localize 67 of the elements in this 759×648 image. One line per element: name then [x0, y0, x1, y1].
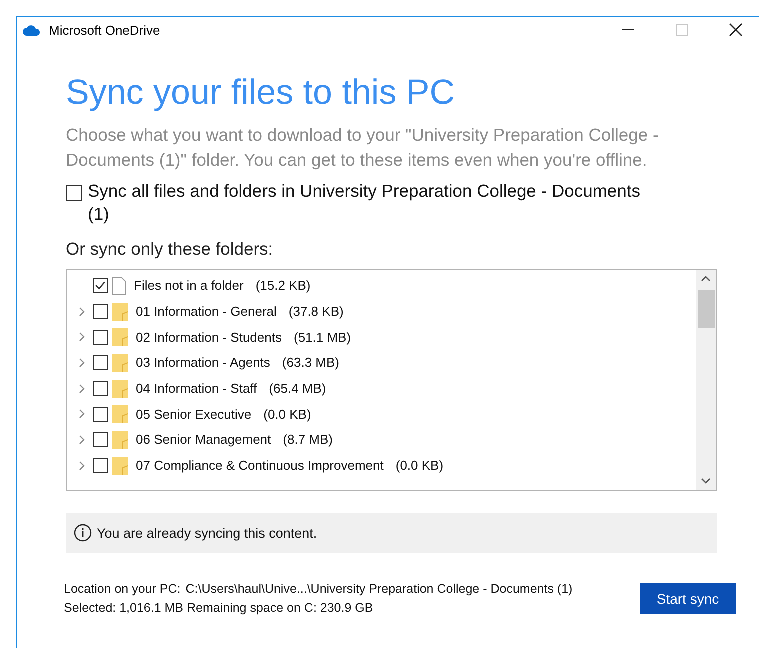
tree-row[interactable]: 03 Information - Agents (63.3 MB) [75, 350, 696, 376]
folder-icon [112, 456, 128, 475]
folder-icon [112, 430, 128, 449]
minimize-icon [622, 29, 634, 31]
scroll-thumb[interactable] [698, 290, 714, 328]
folder-icon [112, 328, 128, 346]
folder-checkbox[interactable] [93, 304, 108, 320]
folders-label: Or sync only these folders: [66, 239, 274, 260]
item-size: (15.2 KB) [256, 278, 311, 294]
folder-checkbox[interactable] [93, 432, 108, 448]
cloud-icon [23, 24, 41, 36]
info-text: You are already syncing this content. [97, 526, 318, 540]
tree-row[interactable]: 05 Senior Executive (0.0 KB) [75, 401, 696, 428]
chevron-right-icon[interactable] [79, 409, 85, 420]
tree-row[interactable]: 02 Information - Students (51.1 MB) [75, 324, 696, 350]
location-label: Location on your PC: [64, 582, 181, 596]
chevron-right-icon[interactable] [79, 460, 85, 471]
tree-row[interactable]: Files not in a folder (15.2 KB) [75, 273, 696, 299]
item-size: (8.7 MB) [283, 432, 333, 448]
description-text: Choose what you want to download to your "University Preparation College - Documents (1)" folder. You can get to these items even when you're offline. [66, 124, 660, 172]
tree-row[interactable]: 04 Information - Staff (65.4 MB) [75, 376, 696, 402]
item-name: Files not in a folder [134, 278, 244, 294]
folder-icon [112, 354, 128, 372]
item-name: 03 Information - Agents [136, 355, 270, 370]
tree-row[interactable]: 01 Information - General (37.8 KB) [75, 298, 696, 324]
folder-checkbox[interactable] [93, 406, 108, 422]
start-sync-button[interactable]: Start sync [640, 583, 736, 614]
item-size: (0.0 KB) [396, 458, 444, 474]
location-path: C:\Users\haul\Unive...\University Preparation College - Documents (1) [186, 582, 573, 596]
item-size: (0.0 KB) [264, 406, 312, 422]
scrollbar[interactable] [696, 270, 716, 490]
folder-checkbox[interactable] [93, 381, 108, 396]
chevron-right-icon[interactable] [79, 384, 85, 394]
chevron-right-icon[interactable] [79, 332, 85, 342]
item-size: (37.8 KB) [288, 304, 344, 320]
selected-size-text: Selected: 1,016.1 MB Remaining space on C: 230.9 GB [64, 601, 374, 615]
tree-row[interactable]: 07 Compliance & Continuous Improvement (0.0 KB) [75, 452, 696, 478]
document-icon [112, 276, 126, 295]
item-size: (63.3 MB) [282, 355, 340, 370]
folder-checkbox[interactable] [93, 278, 108, 294]
folder-icon [112, 405, 128, 424]
window-title: Microsoft OneDrive [49, 22, 162, 38]
folder-checkbox[interactable] [93, 458, 108, 474]
item-name: 04 Information - Staff [136, 381, 258, 396]
chevron-right-icon[interactable] [79, 306, 85, 317]
scroll-down-icon[interactable] [701, 478, 711, 484]
item-name: 02 Information - Students [136, 330, 282, 345]
sync-all-checkbox[interactable] [66, 185, 82, 201]
folder-checkbox[interactable] [93, 330, 108, 345]
folder-checkbox[interactable] [93, 355, 108, 370]
info-icon [74, 524, 92, 542]
folder-icon [112, 380, 128, 398]
item-name: 01 Information - General [136, 304, 277, 320]
close-icon [729, 23, 743, 37]
page-heading: Sync your files to this PC [66, 72, 456, 114]
tree-row[interactable]: 06 Senior Management (8.7 MB) [75, 427, 696, 453]
item-name: 05 Senior Executive [136, 406, 252, 422]
item-name: 07 Compliance & Continuous Improvement [136, 458, 384, 474]
sync-all-label: Sync all files and folders in University Preparation College - Documents (1) [88, 180, 642, 226]
item-name: 06 Senior Management [136, 432, 272, 448]
chevron-right-icon[interactable] [79, 358, 85, 368]
folder-icon [112, 302, 128, 321]
item-size: (51.1 MB) [294, 330, 352, 345]
scroll-up-icon[interactable] [701, 276, 711, 282]
maximize-icon [676, 24, 688, 36]
item-size: (65.4 MB) [269, 381, 326, 396]
chevron-right-icon[interactable] [79, 434, 85, 445]
